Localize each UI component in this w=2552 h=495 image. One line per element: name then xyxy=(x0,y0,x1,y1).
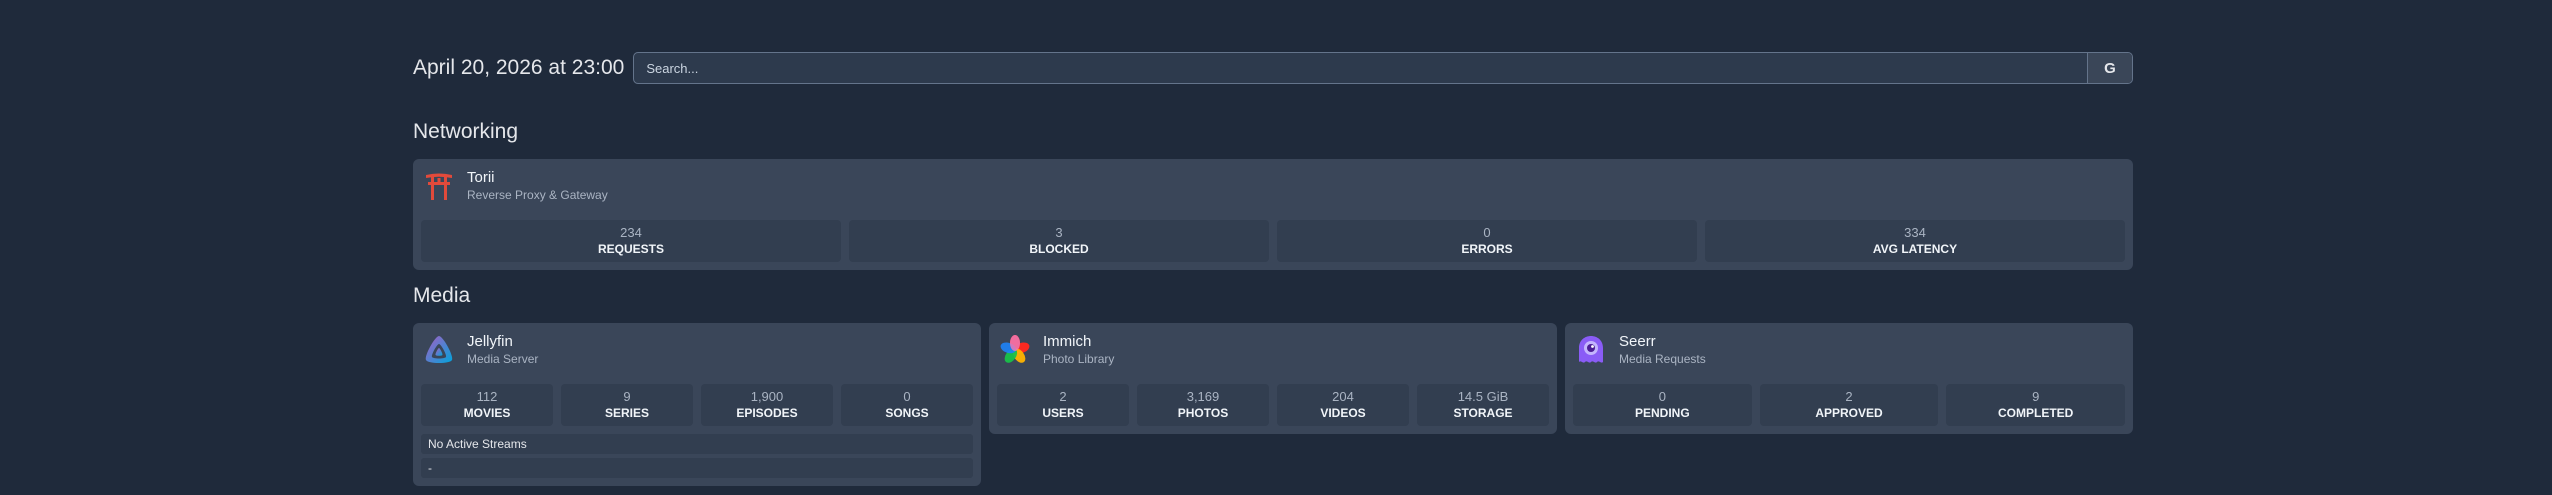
service-description: Reverse Proxy & Gateway xyxy=(467,188,608,202)
section-title-media: Media xyxy=(413,284,471,307)
stat-episodes: 1,900 EPISODES xyxy=(701,384,833,426)
stat-label: STORAGE xyxy=(1453,406,1513,420)
stat-label: VIDEOS xyxy=(1320,406,1366,420)
service-card-torii[interactable]: Torii Reverse Proxy & Gateway 234 REQUEST… xyxy=(413,159,2133,270)
stat-avg-latency: 334 AVG LATENCY xyxy=(1705,220,2125,262)
stat-label: PHOTOS xyxy=(1177,406,1229,420)
stat-label: ERRORS xyxy=(1461,242,1513,256)
streams-status: No Active Streams xyxy=(421,434,973,454)
jellyfin-icon xyxy=(423,334,455,366)
stat-value: 204 xyxy=(1332,389,1354,404)
stat-value: 2 xyxy=(1059,389,1067,404)
stats-row: 234 REQUESTS 3 BLOCKED 0 ERRORS 334 AVG LATE… xyxy=(421,220,2125,262)
search-engine-button[interactable]: G xyxy=(2087,53,2132,83)
seerr-icon xyxy=(1575,334,1607,366)
stat-users: 2 USERS xyxy=(997,384,1129,426)
stat-value: 9 xyxy=(623,389,631,404)
stream-placeholder: - xyxy=(421,458,973,478)
stat-completed: 9 COMPLETED xyxy=(1946,384,2126,426)
stat-value: 3 xyxy=(1055,225,1063,240)
stat-label: MOVIES xyxy=(463,406,511,420)
service-name: Immich xyxy=(1043,333,1092,350)
datetime: April 20, 2026 at 23:00 xyxy=(413,56,625,79)
stat-value: 334 xyxy=(1904,225,1926,240)
stats-row: 2 USERS 3,169 PHOTOS 204 VIDEOS 14.5 GiB STO… xyxy=(997,384,1549,426)
service-header: Jellyfin Media Server xyxy=(423,333,538,367)
stats-row: 0 PENDING 2 APPROVED 9 COMPLETED xyxy=(1573,384,2126,426)
service-header: Immich Photo Library xyxy=(999,333,1114,367)
immich-icon xyxy=(999,334,1031,366)
stat-movies: 112 MOVIES xyxy=(421,384,553,426)
stat-label: EPISODES xyxy=(736,406,798,420)
stat-approved: 2 APPROVED xyxy=(1759,384,1939,426)
stat-photos: 3,169 PHOTOS xyxy=(1137,384,1269,426)
stats-row: 112 MOVIES 9 SERIES 1,900 EPISODES 0 SONGS xyxy=(421,384,973,426)
section-title-networking: Networking xyxy=(413,120,519,143)
stat-label: AVG LATENCY xyxy=(1872,242,1958,256)
stat-label: SERIES xyxy=(604,406,649,420)
service-header: Torii Reverse Proxy & Gateway xyxy=(423,169,608,203)
stat-label: COMPLETED xyxy=(1998,406,2074,420)
stat-value: 2 xyxy=(1845,389,1853,404)
service-card-seerr[interactable]: Seerr Media Requests 0 PENDING 2 APPROVED … xyxy=(1565,323,2133,434)
service-description: Photo Library xyxy=(1043,352,1115,366)
stat-value: 1,900 xyxy=(750,389,784,404)
service-card-immich[interactable]: Immich Photo Library 2 USERS 3,169 PHOTOS … xyxy=(989,323,1557,434)
service-name: Torii xyxy=(467,169,495,186)
stat-value: 0 xyxy=(1658,389,1666,404)
stat-value: 234 xyxy=(620,225,642,240)
stat-pending: 0 PENDING xyxy=(1573,384,1752,426)
stat-label: BLOCKED xyxy=(1029,242,1089,256)
stat-label: PENDING xyxy=(1634,406,1690,420)
stat-value: 3,169 xyxy=(1186,389,1220,404)
stat-requests: 234 REQUESTS xyxy=(421,220,841,262)
stat-value: 112 xyxy=(476,389,498,404)
stat-songs: 0 SONGS xyxy=(841,384,973,426)
service-description: Media Requests xyxy=(1619,352,1706,366)
torii-gate-icon xyxy=(423,170,455,202)
stat-series: 9 SERIES xyxy=(561,384,693,426)
search-bar: G xyxy=(633,52,2133,84)
service-header: Seerr Media Requests xyxy=(1575,333,1706,367)
search-input[interactable] xyxy=(634,53,2087,83)
stat-label: APPROVED xyxy=(1815,406,1883,420)
stat-blocked: 3 BLOCKED xyxy=(849,220,1269,262)
stat-label: REQUESTS xyxy=(597,242,664,256)
top-bar: April 20, 2026 at 23:00 G xyxy=(413,52,2133,84)
stat-videos: 204 VIDEOS xyxy=(1277,384,1409,426)
service-name: Jellyfin xyxy=(467,333,513,350)
service-card-jellyfin[interactable]: Jellyfin Media Server 112 MOVIES 9 SERIES … xyxy=(413,323,981,486)
stat-value: 9 xyxy=(2032,389,2040,404)
stat-value: 14.5 GiB xyxy=(1457,389,1509,404)
service-name: Seerr xyxy=(1619,333,1656,350)
google-icon: G xyxy=(2104,59,2116,77)
stat-label: SONGS xyxy=(885,406,929,420)
stat-storage: 14.5 GiB STORAGE xyxy=(1417,384,1549,426)
stat-value: 0 xyxy=(903,389,911,404)
service-description: Media Server xyxy=(467,352,539,366)
stat-label: USERS xyxy=(1042,406,1084,420)
stat-value: 0 xyxy=(1483,225,1491,240)
stat-errors: 0 ERRORS xyxy=(1277,220,1697,262)
